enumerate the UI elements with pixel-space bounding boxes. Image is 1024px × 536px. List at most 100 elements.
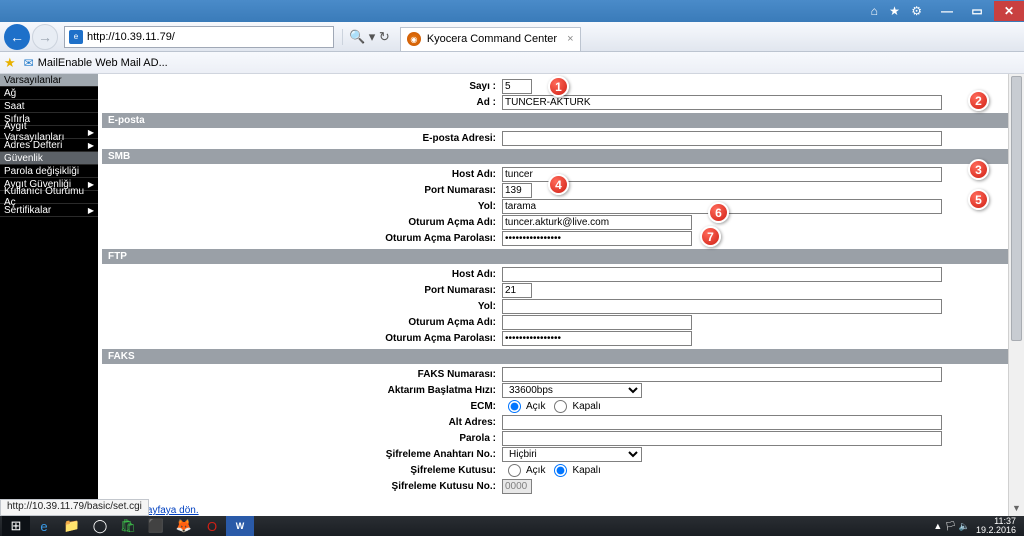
favorite-link[interactable]: MailEnable Web Mail AD... [38, 57, 168, 69]
main-panel: Sayı : Ad : E-posta E-posta Adresi: SMB … [98, 74, 1024, 516]
taskbar-clock[interactable]: 11:3719.2.2016 [976, 517, 1016, 535]
section-faks: FAKS [102, 349, 1014, 364]
ecm-kapali-radio[interactable] [554, 400, 567, 413]
sifkutu-kapali-radio[interactable] [554, 464, 567, 477]
search-refresh[interactable]: 🔍 ▾ ↻ [342, 29, 396, 45]
sidebar-item[interactable]: Aygıt Varsayılanları▶ [0, 126, 98, 139]
chevron-right-icon: ▶ [88, 141, 94, 150]
faks-no-input[interactable] [502, 367, 942, 382]
smb-login-label: Oturum Açma Adı: [102, 217, 502, 228]
nav-back-button[interactable]: ← [4, 24, 30, 50]
ecm-acik-radio[interactable] [508, 400, 521, 413]
browser-navbar: ← → e 🔍 ▾ ↻ ◉ Kyocera Command Center × [0, 22, 1024, 52]
sidebar-item-label: Ağ [4, 88, 16, 99]
taskbar-store-icon[interactable]: 🛍 [114, 516, 142, 536]
badge-5: 5 [968, 189, 989, 210]
section-eposta: E-posta [102, 113, 1014, 128]
taskbar-chrome-icon[interactable]: ◯ [86, 516, 114, 536]
smb-port-input[interactable] [502, 183, 532, 198]
tray-icons[interactable]: ▲ 🏳 🔈 [933, 521, 970, 532]
eposta-input[interactable] [502, 131, 942, 146]
parola-input[interactable] [502, 431, 942, 446]
section-ftp: FTP [102, 249, 1014, 264]
sifkey-select[interactable]: Hiçbiri [502, 447, 642, 462]
ie-icon: e [69, 30, 83, 44]
taskbar-explorer-icon[interactable]: 📁 [58, 516, 86, 536]
tab-close-button[interactable]: × [567, 33, 573, 45]
sidebar-item-label: Sertifikalar [4, 205, 51, 216]
sifkutuno-input [502, 479, 532, 494]
taskbar-app-icon[interactable]: ⬛ [142, 516, 170, 536]
taskbar-opera-icon[interactable]: O [198, 516, 226, 536]
sifkutu-label: Şifreleme Kutusu: [102, 465, 502, 476]
ftp-pass-label: Oturum Açma Parolası: [102, 333, 502, 344]
faks-hiz-select[interactable]: 33600bps [502, 383, 642, 398]
window-close-button[interactable]: ✕ [994, 1, 1024, 21]
chevron-right-icon: ▶ [88, 206, 94, 215]
ftp-login-input[interactable] [502, 315, 692, 330]
faks-no-label: FAKS Numarası: [102, 369, 502, 380]
sayi-input[interactable] [502, 79, 532, 94]
titlebar-tools[interactable]: ⌂ ★ ⚙ [871, 4, 926, 18]
sidebar-item[interactable]: Parola değişikliği [0, 165, 98, 178]
sidebar-item-label: Adres Defteri [4, 140, 62, 151]
sidebar-item[interactable]: Varsayılanlar [0, 74, 98, 87]
scroll-down-icon[interactable]: ▼ [1009, 500, 1024, 516]
window-titlebar: ⌂ ★ ⚙ — ▭ ✕ [0, 0, 1024, 22]
taskbar-firefox-icon[interactable]: 🦊 [170, 516, 198, 536]
taskbar-ie-icon[interactable]: e [30, 516, 58, 536]
scrollbar[interactable]: ▲ ▼ [1008, 74, 1024, 516]
sidebar-nav: VarsayılanlarAğSaatSıfırlaAygıt Varsayıl… [0, 74, 98, 516]
ad-input[interactable] [502, 95, 942, 110]
browser-tab[interactable]: ◉ Kyocera Command Center × [400, 27, 581, 51]
badge-6: 6 [708, 202, 729, 223]
ftp-login-label: Oturum Açma Adı: [102, 317, 502, 328]
smb-pass-input[interactable] [502, 231, 692, 246]
ecm-acik-label: Açık [526, 401, 545, 412]
alt-input[interactable] [502, 415, 942, 430]
smb-host-label: Host Adı: [102, 169, 502, 180]
favicon: ◉ [407, 32, 421, 46]
sidebar-item-label: Parola değişikliği [4, 166, 79, 177]
window-maximize-button[interactable]: ▭ [962, 1, 992, 21]
section-smb: SMB [102, 149, 1014, 164]
sidebar-item-label: Güvenlik [4, 153, 43, 164]
content-area: VarsayılanlarAğSaatSıfırlaAygıt Varsayıl… [0, 74, 1024, 516]
scroll-thumb[interactable] [1011, 76, 1022, 341]
taskbar: ⊞ e 📁 ◯ 🛍 ⬛ 🦊 O W ▲ 🏳 🔈 11:3719.2.2016 [0, 516, 1024, 536]
sidebar-item[interactable]: Güvenlik [0, 152, 98, 165]
ftp-yol-label: Yol: [102, 301, 502, 312]
badge-4: 4 [548, 174, 569, 195]
sidebar-item[interactable]: Saat [0, 100, 98, 113]
ftp-port-label: Port Numarası: [102, 285, 502, 296]
sifkey-label: Şifreleme Anahtarı No.: [102, 449, 502, 460]
ftp-port-input[interactable] [502, 283, 532, 298]
ecm-kapali-label: Kapalı [572, 401, 600, 412]
start-button[interactable]: ⊞ [2, 516, 30, 536]
address-bar[interactable]: e [64, 26, 334, 48]
sayi-label: Sayı : [102, 81, 502, 92]
window-minimize-button[interactable]: — [932, 1, 962, 21]
status-bar: http://10.39.11.79/basic/set.cgi [0, 499, 149, 516]
sidebar-item[interactable]: Ağ [0, 87, 98, 100]
sifkutu-acik-radio[interactable] [508, 464, 521, 477]
sidebar-item[interactable]: Kullanıcı Oturumu Aç [0, 191, 98, 204]
ftp-host-label: Host Adı: [102, 269, 502, 280]
mail-icon: ✉ [24, 56, 34, 70]
alt-label: Alt Adres: [102, 417, 502, 428]
smb-yol-label: Yol: [102, 201, 502, 212]
taskbar-word-icon[interactable]: W [226, 516, 254, 536]
badge-2: 2 [968, 90, 989, 111]
ftp-pass-input[interactable] [502, 331, 692, 346]
nav-forward-button[interactable]: → [32, 24, 58, 50]
sifkutu-acik-label: Açık [526, 465, 545, 476]
url-input[interactable] [87, 31, 329, 43]
faks-hiz-label: Aktarım Başlatma Hızı: [102, 385, 502, 396]
system-tray[interactable]: ▲ 🏳 🔈 11:3719.2.2016 [933, 517, 1022, 535]
smb-login-input[interactable] [502, 215, 692, 230]
parola-label: Parola : [102, 433, 502, 444]
ftp-host-input[interactable] [502, 267, 942, 282]
favorite-star-icon[interactable]: ★ [4, 55, 16, 71]
badge-1: 1 [548, 76, 569, 97]
ftp-yol-input[interactable] [502, 299, 942, 314]
